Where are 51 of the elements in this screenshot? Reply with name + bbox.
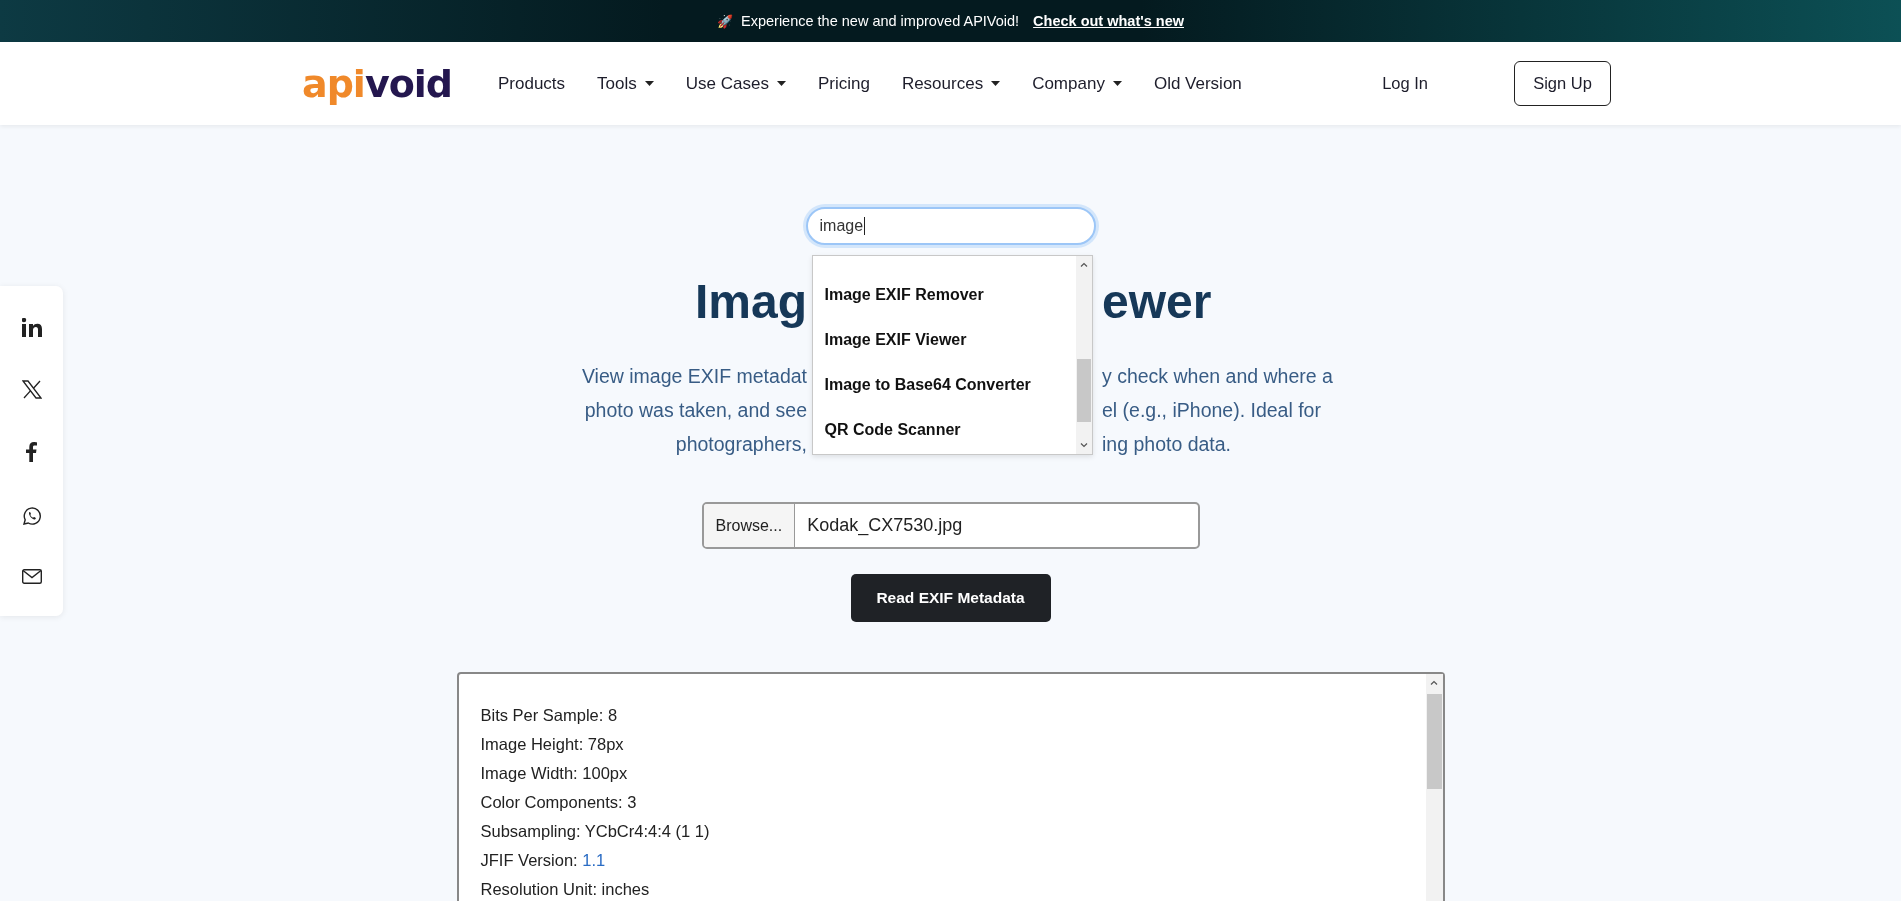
description-text: el (e.g., iPhone). Ideal for <box>1101 398 1322 423</box>
suggestion-item[interactable]: QR Code Scanner <box>812 407 1076 452</box>
rocket-icon: 🚀 <box>717 13 733 29</box>
page-title: Imag <box>693 273 808 329</box>
logo[interactable]: apivoid <box>302 61 452 106</box>
nav-link[interactable]: Resources <box>901 73 1001 94</box>
caret-icon <box>991 81 1001 86</box>
linkedin-icon[interactable] <box>21 317 42 337</box>
suggestion-item[interactable]: Image to Base64 Converter <box>812 362 1076 407</box>
facebook-icon[interactable] <box>26 442 37 463</box>
suggestion-item[interactable]: Image EXIF Viewer <box>812 317 1076 362</box>
suggestion-item[interactable]: Image EXIF Remover <box>812 272 1076 317</box>
caret-icon <box>644 81 654 86</box>
nav-link[interactable]: Use Cases <box>685 73 786 94</box>
page-title: ewer <box>1101 273 1213 329</box>
metadata-line: JFIF Version: 1.1 <box>480 850 607 871</box>
description-text: photographers, <box>674 432 808 457</box>
x-icon[interactable] <box>21 380 42 400</box>
metadata-line: Subsampling: YCbCr4:4:4 (1 1) <box>480 821 711 842</box>
metadata-line: Color Components: 3 <box>480 792 638 813</box>
metadata-line: Bits Per Sample: 8 <box>480 705 619 726</box>
nav-link[interactable]: Tools <box>597 73 654 94</box>
scroll-up-icon[interactable] <box>1429 680 1438 685</box>
description-text: View image EXIF metadat <box>580 364 808 389</box>
search-field[interactable]: image <box>805 207 1096 245</box>
scrollbar[interactable] <box>1075 256 1092 454</box>
signup-button[interactable]: Sign Up <box>1514 61 1611 106</box>
caret-icon <box>1112 81 1122 86</box>
nav-link[interactable]: Company <box>1032 73 1122 94</box>
caret-icon <box>776 81 786 86</box>
description-text: y check when and where a <box>1101 364 1334 389</box>
login-link[interactable]: Log In <box>1382 74 1428 93</box>
whatsapp-icon[interactable] <box>21 505 42 526</box>
nav-link[interactable]: Old Version <box>1153 73 1242 94</box>
scroll-down-icon[interactable] <box>1079 443 1088 448</box>
metadata-line: Resolution Unit: inches <box>480 879 651 900</box>
browse-button[interactable]: Browse... <box>703 504 796 547</box>
description-text: photo was taken, and see <box>583 398 808 423</box>
read-metadata-button[interactable]: Read EXIF Metadata <box>850 574 1051 622</box>
file-name: Kodak_CX7530.jpg <box>806 515 963 536</box>
description-text: ing photo data. <box>1101 432 1233 457</box>
scroll-up-icon[interactable] <box>1079 262 1088 267</box>
banner-link[interactable]: Check out what's new <box>1033 13 1184 29</box>
nav-link[interactable]: Products <box>498 73 566 94</box>
email-icon[interactable] <box>21 569 42 585</box>
metadata-line: Image Height: 78px <box>480 734 625 755</box>
scrollbar[interactable] <box>1425 674 1443 901</box>
nav-link[interactable]: Pricing <box>817 73 870 94</box>
metadata-line: Image Width: 100px <box>480 763 629 784</box>
banner-text: Experience the new and improved APIVoid! <box>741 13 1020 29</box>
file-input[interactable]: Browse... Kodak_CX7530.jpg <box>701 502 1200 549</box>
